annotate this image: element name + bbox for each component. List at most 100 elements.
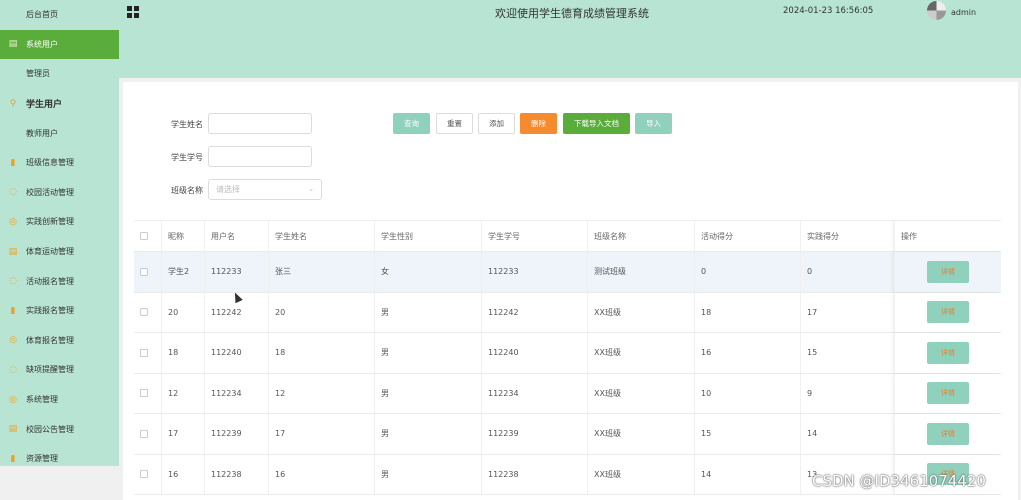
- table-cell: 9: [800, 373, 894, 413]
- select-all-checkbox[interactable]: [140, 232, 148, 240]
- table-cell: 112233: [481, 252, 587, 292]
- sidebar-item[interactable]: ◌ 校园活动管理: [0, 178, 119, 208]
- class-select[interactable]: 请选择 ⌄: [208, 179, 322, 200]
- table-row[interactable]: 学生2 112233 张三女 112233 测试班级 0 0 详情: [134, 252, 1001, 293]
- query-button[interactable]: 查询: [393, 113, 430, 134]
- table-cell: 16: [694, 333, 800, 373]
- table-cell: 15: [694, 414, 800, 454]
- table-cell: 16: [268, 454, 374, 494]
- sidebar-item-label: 校园公告管理: [26, 424, 74, 434]
- sidebar-item[interactable]: ▤ 校园公告管理: [0, 414, 119, 444]
- menu-grid-icon[interactable]: [127, 6, 139, 18]
- table-cell: 12: [268, 373, 374, 413]
- column-header: 昵称: [161, 221, 204, 251]
- table-cell: XX班级: [587, 333, 694, 373]
- detail-button[interactable]: 详情: [927, 260, 969, 283]
- checkbox-cell: [134, 333, 161, 373]
- column-header: 用户名: [204, 221, 268, 251]
- doc-icon: ▤: [8, 39, 18, 50]
- sidebar-item[interactable]: 教师用户: [0, 118, 119, 148]
- checkbox-cell: [134, 414, 161, 454]
- sidebar-item[interactable]: 管理员: [0, 59, 119, 89]
- table-cell: 112234: [204, 373, 268, 413]
- table-cell: 测试班级: [587, 252, 694, 292]
- sidebar-item[interactable]: ▮ 资源管理: [0, 444, 119, 466]
- table-cell: 14: [694, 454, 800, 494]
- table-cell: 14: [800, 414, 894, 454]
- table-cell: 男: [374, 333, 481, 373]
- download-template-button[interactable]: 下载导入文档: [563, 113, 630, 134]
- student-number-input[interactable]: [208, 146, 312, 167]
- table-cell: 112234: [481, 373, 587, 413]
- sidebar-item-label: 活动报名管理: [26, 276, 74, 286]
- student-name-label: 学生姓名: [171, 120, 203, 129]
- header: 欢迎使用学生德育成绩管理系统 2024-01-23 16:56:05 admin: [119, 0, 1021, 78]
- table-row[interactable]: 18 112240 18 男 112240 XX班级 16 15 详情: [134, 333, 1001, 374]
- sidebar-item[interactable]: ◎ 实践创新管理: [0, 207, 119, 237]
- column-header: 学生学号: [481, 221, 587, 251]
- row-checkbox[interactable]: [140, 267, 148, 276]
- add-button[interactable]: 添加: [478, 113, 515, 134]
- avatar[interactable]: [927, 1, 946, 20]
- detail-button[interactable]: 详情: [927, 382, 969, 405]
- check-circle-icon: ◎: [9, 216, 17, 227]
- table-cell: 112238: [481, 454, 587, 494]
- checkbox-cell: [134, 455, 161, 495]
- sidebar-item-label: 系统用户: [26, 39, 58, 49]
- sidebar-item-label: 实践报名管理: [26, 306, 74, 316]
- delete-button[interactable]: 删除: [520, 113, 557, 134]
- column-header: 学生性别: [374, 221, 481, 251]
- chat-icon: ◌: [9, 276, 17, 287]
- checkbox-cell: [134, 374, 161, 414]
- sidebar-item-label: 学生用户: [26, 100, 63, 111]
- sidebar-item[interactable]: ⚲ 学生用户: [0, 89, 119, 119]
- row-checkbox[interactable]: [140, 308, 148, 317]
- sidebar-item-label: 体育报名管理: [26, 335, 74, 345]
- chat-icon: ◌: [9, 187, 17, 198]
- sidebar-item[interactable]: ▮ 班级信息管理: [0, 148, 119, 178]
- detail-button[interactable]: 详情: [927, 301, 969, 324]
- table-row[interactable]: 20 112242 20 男 112242 XX班级 18 17 详情: [134, 292, 1001, 333]
- sidebar-item-label: 校园活动管理: [26, 187, 74, 197]
- actions-cell: 详情: [894, 414, 1001, 454]
- actions-cell: 详情: [894, 292, 1001, 332]
- class-select-placeholder: 请选择: [216, 185, 240, 194]
- sidebar-item[interactable]: ▤ 系统用户: [0, 29, 119, 60]
- student-name-input[interactable]: [208, 113, 312, 134]
- row-checkbox[interactable]: [140, 389, 148, 398]
- table-header-row: 昵称 用户名 学生姓名 学生性别 学生学号 班级名称 活动得分 实践得分 操作: [134, 221, 1001, 252]
- detail-button[interactable]: 详情: [927, 422, 969, 445]
- sidebar: 后台首页 ▤ 系统用户管理员 ⚲ 学生用户教师用户 ▮ 班级信息管理 ◌ 校园活动管理 ◎ 实践创新…: [0, 0, 119, 466]
- table-row[interactable]: 17 112239 17 男 112239 XX班级 15 14 详情: [134, 414, 1001, 455]
- sidebar-item[interactable]: ◎ 体育报名管理: [0, 326, 119, 356]
- sidebar-item[interactable]: ▮ 实践报名管理: [0, 296, 119, 326]
- row-checkbox[interactable]: [140, 348, 148, 357]
- import-button[interactable]: 导入: [635, 113, 672, 134]
- sidebar-item-label: 后台首页: [26, 10, 58, 20]
- sidebar-item[interactable]: ▤ 体育运动管理: [0, 237, 119, 267]
- row-checkbox[interactable]: [140, 470, 148, 479]
- table-cell: 112242: [481, 292, 587, 332]
- detail-button[interactable]: 详情: [927, 341, 969, 364]
- sidebar-item[interactable]: ◎ 系统管理: [0, 385, 119, 415]
- checkbox-cell: [134, 221, 161, 251]
- check-circle-icon: ◎: [9, 394, 17, 405]
- student-number-label: 学生学号: [171, 153, 203, 162]
- table-row[interactable]: 12 112234 12 男 112234 XX班级 10 9 详情: [134, 373, 1001, 414]
- table-cell: 0: [800, 252, 894, 292]
- column-header: 操作: [894, 221, 1001, 251]
- table-cell: 17: [268, 414, 374, 454]
- sidebar-item-label: 实践创新管理: [26, 217, 74, 227]
- location-icon: ⚲: [9, 98, 17, 109]
- sidebar-item[interactable]: ◌ 活动报名管理: [0, 266, 119, 296]
- row-checkbox[interactable]: [140, 429, 148, 438]
- table-cell: 张三: [268, 252, 374, 292]
- table-cell: 112240: [481, 333, 587, 373]
- page-title: 欢迎使用学生德育成绩管理系统: [495, 7, 649, 20]
- sidebar-item[interactable]: 后台首页: [0, 0, 119, 30]
- table-cell: 17: [800, 292, 894, 332]
- username[interactable]: admin: [951, 8, 976, 17]
- sidebar-item[interactable]: ◌ 缺项提醒管理: [0, 355, 119, 385]
- table-cell: XX班级: [587, 292, 694, 332]
- reset-button[interactable]: 重置: [436, 113, 473, 134]
